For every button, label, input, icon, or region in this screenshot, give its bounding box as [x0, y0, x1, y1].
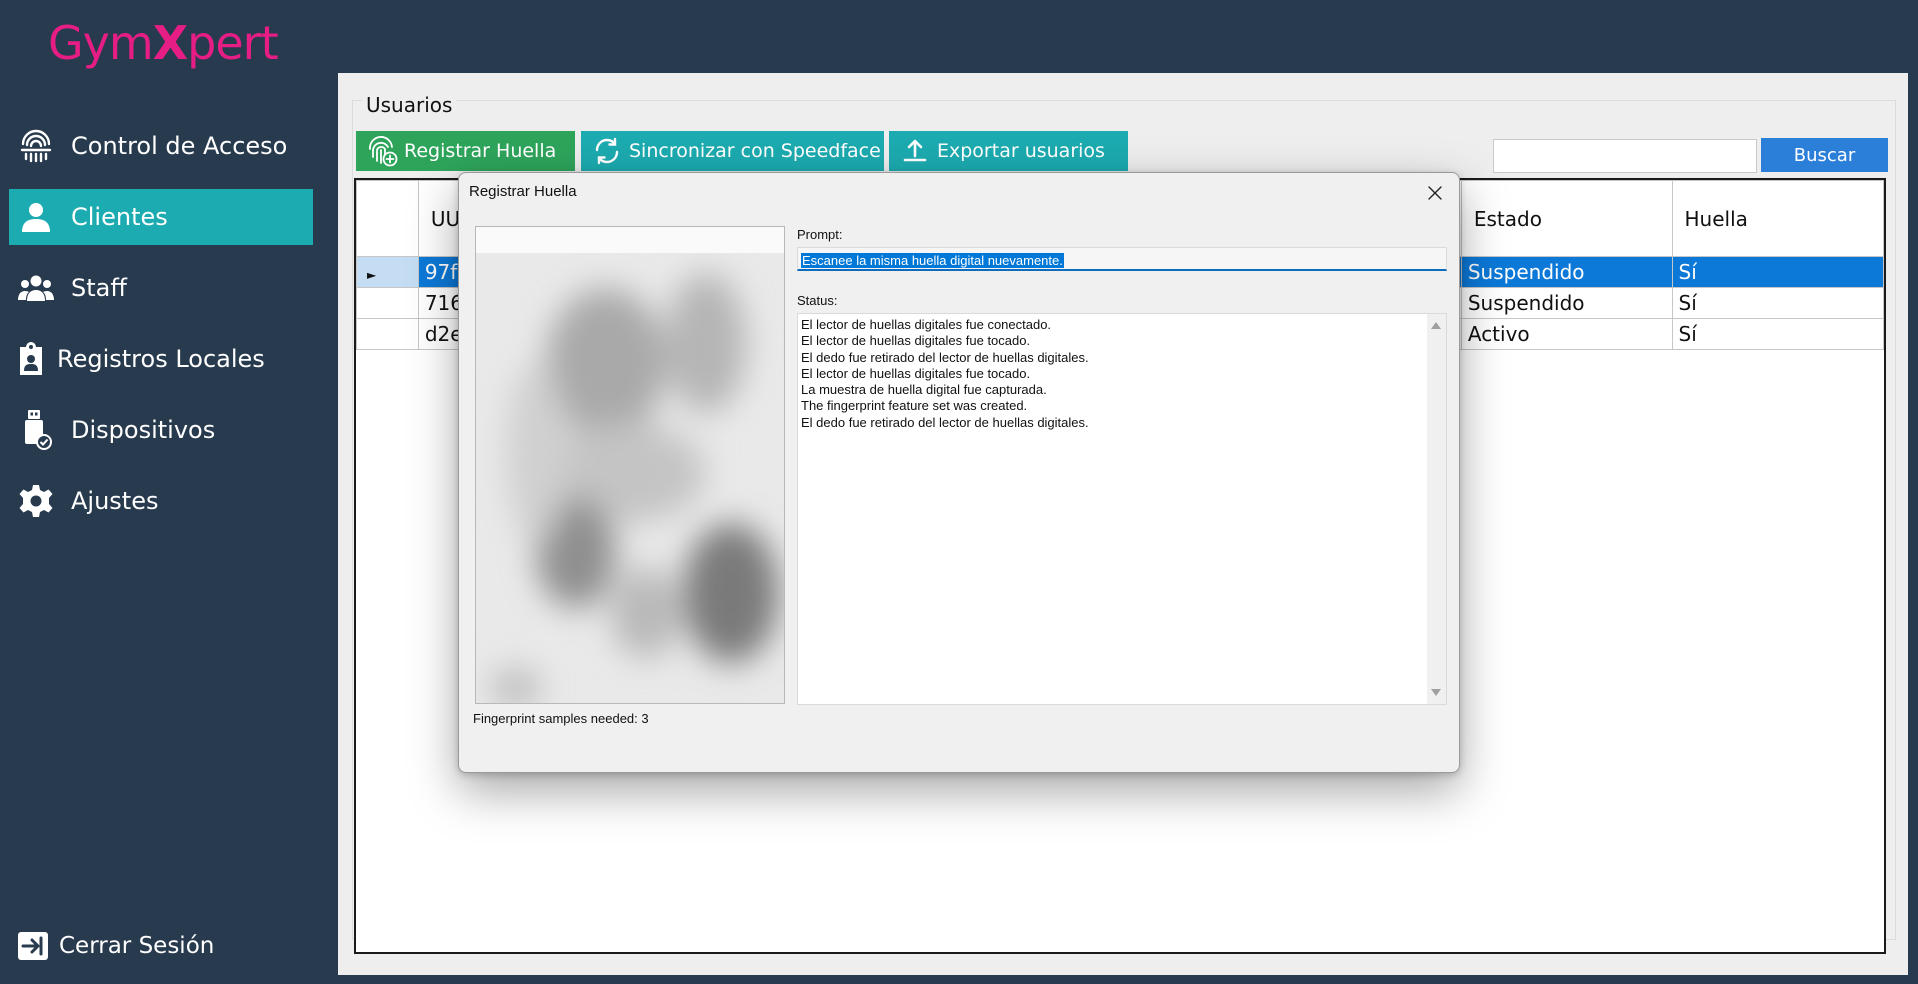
status-line: El lector de huellas digitales fue tocad…	[801, 365, 1031, 381]
upload-icon	[899, 135, 931, 167]
sidebar-item-registros-locales[interactable]: Registros Locales	[9, 331, 313, 387]
dialog-close-button[interactable]	[1423, 181, 1447, 205]
export-users-label: Exportar usuarios	[937, 140, 1105, 162]
logout-button[interactable]: Cerrar Sesión	[17, 930, 214, 962]
prompt-label: Prompt:	[797, 227, 843, 242]
fingerprint-preview	[475, 226, 785, 704]
samples-needed-text: Fingerprint samples needed: 3	[473, 711, 649, 726]
register-fingerprint-button[interactable]: Registrar Huella	[356, 131, 575, 171]
status-scrollbar[interactable]	[1427, 314, 1446, 704]
sidebar-item-ajustes[interactable]: Ajustes	[9, 473, 313, 529]
sync-speedface-label: Sincronizar con Speedface	[629, 140, 881, 162]
sync-speedface-button[interactable]: Sincronizar con Speedface	[581, 131, 884, 171]
current-row-indicator-icon: ►	[367, 268, 377, 282]
cell-huella[interactable]: Sí	[1671, 318, 1884, 350]
export-users-button[interactable]: Exportar usuarios	[889, 131, 1128, 171]
status-line: El dedo fue retirado del lector de huell…	[801, 349, 1089, 365]
cell-estado[interactable]: Suspendido	[1460, 256, 1673, 288]
sidebar-item-dispositivos[interactable]: Dispositivos	[9, 402, 313, 458]
status-line: El dedo fue retirado del lector de huell…	[801, 414, 1089, 430]
register-fingerprint-label: Registrar Huella	[404, 140, 557, 162]
cell-huella[interactable]: Sí	[1671, 256, 1884, 288]
fingerprint-image	[476, 253, 784, 703]
row-header[interactable]: ►	[356, 256, 419, 288]
sidebar-item-clientes[interactable]: Clientes	[9, 189, 313, 245]
dialog-title: Registrar Huella	[469, 183, 577, 200]
close-icon	[1428, 186, 1442, 200]
sidebar: GymXpert Control de Acceso Clientes Staf…	[0, 0, 336, 984]
sidebar-nav: Control de Acceso Clientes Staff Registr…	[0, 118, 336, 544]
prompt-field[interactable]: Escanee la misma huella digital nuevamen…	[797, 247, 1447, 271]
row-header-corner	[356, 180, 419, 257]
search-button[interactable]: Buscar	[1761, 138, 1888, 172]
status-line: El lector de huellas digitales fue tocad…	[801, 333, 1031, 349]
prompt-value: Escanee la misma huella digital nuevamen…	[801, 253, 1064, 268]
status-log: El lector de huellas digitales fue conec…	[801, 317, 1089, 431]
cell-estado[interactable]: Suspendido	[1460, 287, 1673, 319]
logout-icon	[17, 930, 49, 962]
users-group-icon	[17, 269, 55, 307]
sidebar-item-control-de-acceso[interactable]: Control de Acceso	[9, 118, 313, 174]
row-header[interactable]	[356, 287, 419, 319]
fingerprint-add-icon	[366, 135, 398, 167]
cell-estado[interactable]: Activo	[1460, 318, 1673, 350]
status-line: La muestra de huella digital fue captura…	[801, 382, 1047, 398]
scroll-up-arrow-icon[interactable]	[1431, 322, 1441, 329]
column-header-estado[interactable]: Estado	[1460, 180, 1673, 257]
sidebar-item-staff[interactable]: Staff	[9, 260, 313, 316]
logout-label: Cerrar Sesión	[59, 933, 215, 959]
status-line: El lector de huellas digitales fue conec…	[801, 317, 1052, 332]
cell-huella[interactable]: Sí	[1671, 287, 1884, 319]
clipboard-user-icon	[17, 340, 45, 378]
usb-device-icon	[17, 410, 55, 450]
search-input[interactable]	[1493, 139, 1757, 173]
status-label: Status:	[797, 293, 838, 308]
column-header-huella[interactable]: Huella	[1671, 180, 1884, 257]
register-fingerprint-dialog: Registrar Huella Prompt: Escanee la mism…	[458, 172, 1460, 773]
app-logo: GymXpert	[48, 16, 279, 70]
user-icon	[17, 198, 55, 236]
status-textarea[interactable]: El lector de huellas digitales fue conec…	[797, 313, 1447, 705]
scroll-down-arrow-icon[interactable]	[1431, 689, 1441, 696]
row-header[interactable]	[356, 318, 419, 350]
gear-icon	[17, 482, 55, 520]
fingerprint-icon	[17, 127, 55, 165]
status-line: The fingerprint feature set was created.	[801, 398, 1028, 414]
sync-icon	[591, 135, 623, 167]
group-title: Usuarios	[362, 93, 457, 117]
